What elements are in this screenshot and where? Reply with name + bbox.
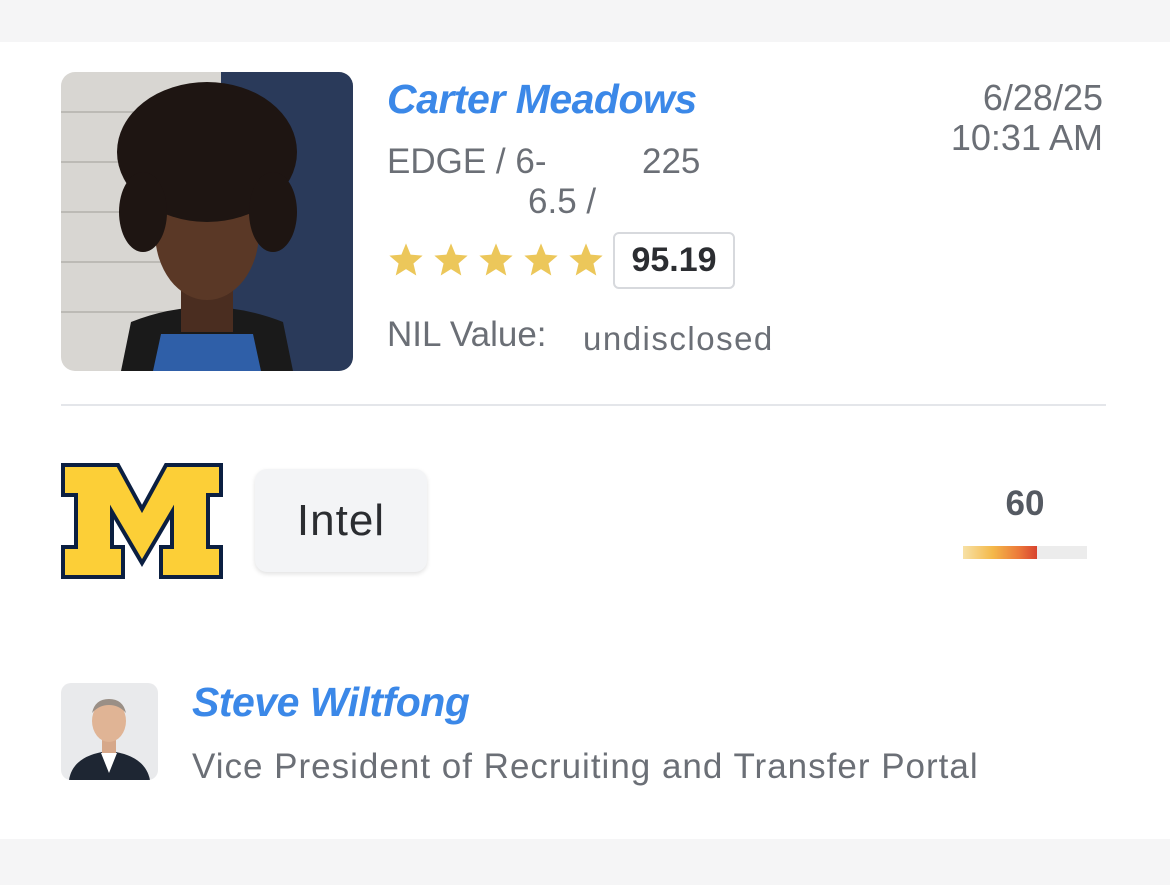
author-title: Vice President of Recruiting and Transfe…	[192, 747, 979, 786]
star-rating	[387, 241, 605, 279]
nil-label: NIL Value:	[387, 315, 547, 354]
player-rating: 95.19	[613, 232, 735, 289]
player-weight: 225	[642, 142, 701, 181]
star-icon	[434, 243, 468, 276]
star-icon	[389, 243, 423, 276]
michigan-block-m-logo[interactable]	[60, 462, 224, 580]
player-height: 6-	[515, 142, 547, 181]
author-name[interactable]: Steve Wiltfong	[192, 679, 470, 726]
prediction-time: 10:31 AM	[950, 117, 1103, 158]
confidence-bar	[963, 546, 1087, 559]
prediction-timestamp: 6/28/25 10:31 AM	[951, 78, 1103, 158]
author-avatar[interactable]	[61, 683, 158, 780]
divider	[61, 404, 1106, 406]
nil-value: undisclosed	[583, 320, 774, 357]
star-icon	[524, 243, 558, 276]
player-position: EDGE	[387, 142, 487, 181]
prediction-date: 6/28/25	[982, 77, 1103, 118]
star-icon	[479, 243, 513, 276]
player-name[interactable]: Carter Meadows	[387, 76, 697, 123]
star-icon	[569, 243, 603, 276]
confidence-value: 60	[1005, 484, 1045, 523]
player-photo[interactable]	[61, 72, 353, 371]
player-height-cont: 6.5 /	[528, 182, 597, 221]
intel-button[interactable]: Intel	[255, 469, 427, 572]
prediction-card: Carter Meadows EDGE / 6- 6.5 / 225 95.19…	[0, 42, 1170, 839]
confidence-bar-fill	[963, 546, 1038, 559]
